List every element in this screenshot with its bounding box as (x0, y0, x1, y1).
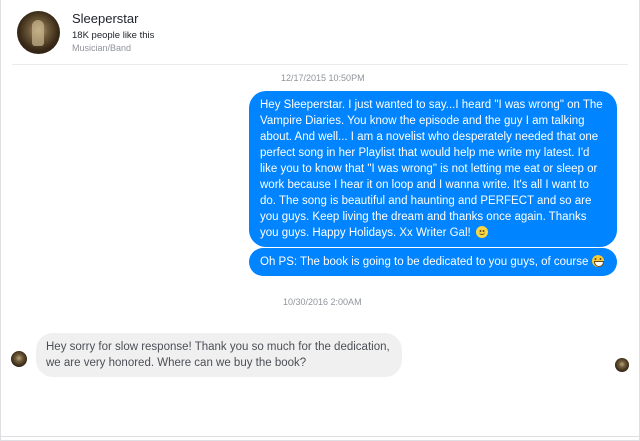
page-category: Musician/Band (72, 43, 132, 53)
message-text: Oh PS: The book is going to be dedicated… (260, 256, 592, 268)
seen-indicator-avatar (615, 358, 629, 372)
composer-divider (0, 436, 640, 437)
header-divider (12, 64, 628, 65)
timestamp: 10/30/2016 2:00AM (283, 297, 362, 307)
sender-avatar[interactable] (11, 351, 27, 367)
conversation-header: Sleeperstar 18K people like this Musicia… (0, 0, 640, 62)
message-text: Hey sorry for slow response! Thank you s… (46, 341, 390, 369)
message-text: Hey Sleeperstar. I just wanted to say...… (260, 99, 603, 239)
grinning-face-icon (591, 255, 604, 267)
outgoing-message-bubble[interactable]: Oh PS: The book is going to be dedicated… (249, 248, 617, 276)
page-avatar[interactable] (17, 11, 60, 54)
timestamp: 12/17/2015 10:50PM (281, 73, 365, 83)
slightly-smiling-face-icon (475, 226, 488, 238)
incoming-message-bubble[interactable]: Hey sorry for slow response! Thank you s… (36, 333, 402, 377)
outgoing-message-bubble[interactable]: Hey Sleeperstar. I just wanted to say...… (249, 91, 617, 247)
page-name[interactable]: Sleeperstar (72, 11, 138, 26)
page-likes: 18K people like this (72, 30, 155, 41)
